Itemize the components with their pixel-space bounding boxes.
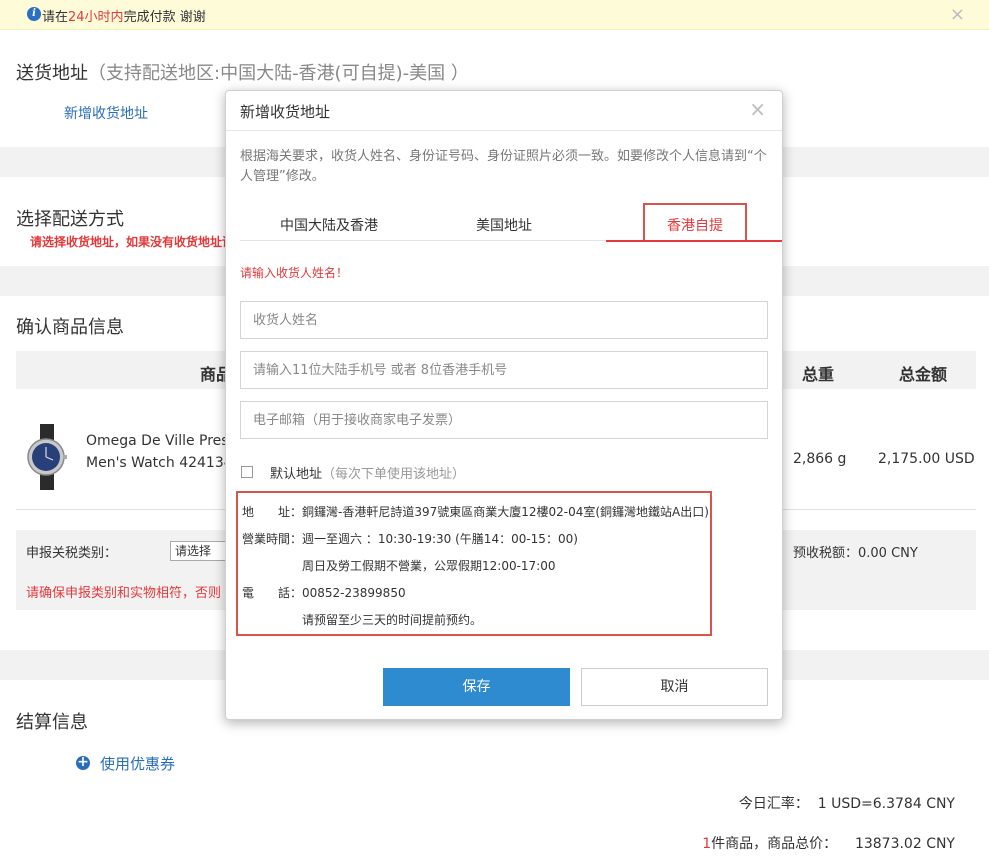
default-address-label: 默认地址（每次下单使用该地址） [270,467,466,482]
exchange-rate: 今日汇率： 1 USD=6.3784 CNY [738,796,955,812]
dialog-header: 新增收货地址 × [226,91,782,131]
product-name[interactable]: Omega De Ville Prest Men's Watch 424134 [86,430,234,474]
header-amount: 总金额 [899,365,948,384]
pickup-address: 地 址：銅鑼灣-香港軒尼詩道397號東區商業大廈12樓02-04室(銅鑼灣地鐵站… [242,505,709,519]
tab-hk-pickup[interactable]: 香港自提 [643,203,747,241]
tax-category-label: 申报关税类别： [26,546,118,561]
goods-total: 1件商品，商品总价： 13873.02 CNY [702,836,955,852]
tax-category-select[interactable]: 请选择 [170,541,230,561]
cancel-button[interactable]: 取消 [581,668,768,706]
dialog-title: 新增收货地址 [240,103,331,121]
tab-mainland-hk[interactable]: 中国大陆及香港 [280,215,378,235]
tax-warning: 请确保申报类别和实物相符，否则 [26,586,222,601]
pickup-reservation-note: 请预留至少三天的时间提前预约。 [302,613,483,627]
default-address-checkbox[interactable] [241,466,253,478]
add-address-link[interactable]: 新增收货地址 [64,103,148,123]
pickup-hours: 營業時間：週一至週六 ：10:30-19:30 (午膳14：00-15：00) [242,532,578,546]
delivery-warning: 请选择收货地址，如果没有收货地址请 [30,235,235,249]
close-icon[interactable]: × [749,97,766,121]
tax-estimate: 预收税额：0.00 CNY [793,546,918,561]
payment-notice-text: 请在24小时内完成付款 谢谢 [42,10,206,25]
save-button[interactable]: 保存 [383,668,570,706]
use-coupon-link[interactable]: 使用优惠券 [100,753,175,774]
header-weight: 总重 [802,365,835,384]
watch-product-image[interactable] [22,424,70,490]
close-icon[interactable]: × [950,4,965,25]
pickup-phone: 電 話：00852-23899850 [242,586,406,600]
payment-notice-bar: i 请在24小时内完成付款 谢谢 × [0,0,989,30]
pickup-hours-holiday: 周日及勞工假期不營業，公眾假期12:00-17:00 [302,559,556,573]
shipping-section-title: 送货地址（支持配送地区:中国大陆-香港(可自提)-美国 ） [16,63,469,84]
add-address-dialog: 新增收货地址 × 根据海关要求，收货人姓名、身份证号码、身份证照片必须一致。如要… [225,90,783,720]
email-input[interactable] [240,401,768,439]
tab-us-address[interactable]: 美国地址 [476,215,532,235]
customs-note: 根据海关要求，收货人姓名、身份证号码、身份证照片必须一致。如要修改个人信息请到“… [240,149,767,184]
recipient-name-input[interactable] [240,301,768,339]
delivery-section-title: 选择配送方式 [16,209,124,230]
name-error-message: 请输入收货人姓名！ [240,266,349,280]
pickup-info-box: 地 址：銅鑼灣-香港軒尼詩道397號東區商業大廈12樓02-04室(銅鑼灣地鐵站… [236,491,712,636]
active-tab-underline [606,240,782,242]
phone-input[interactable] [240,351,768,389]
address-type-tabs: 中国大陆及香港 美国地址 香港自提 [240,203,782,242]
goods-section-title: 确认商品信息 [16,317,124,338]
settlement-section-title: 结算信息 [16,712,88,733]
product-weight: 2,866 g [793,451,847,467]
info-icon: i [27,7,41,21]
product-amount: 2,175.00 USD [878,451,975,467]
plus-circle-icon[interactable]: + [76,755,90,770]
